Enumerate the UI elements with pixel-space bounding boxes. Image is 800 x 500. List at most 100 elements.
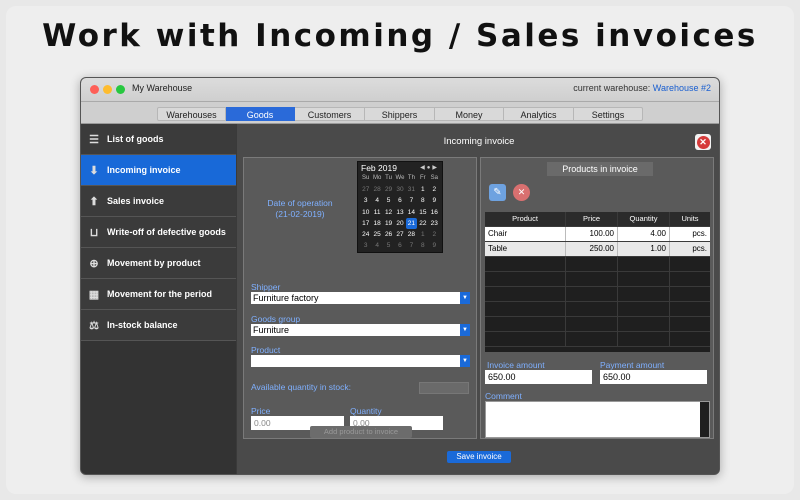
calendar-day[interactable]: 14 xyxy=(406,207,417,218)
table-row[interactable]: Table 250.00 1.00 pcs. xyxy=(485,242,710,257)
add-product-button[interactable]: Add product to invoice xyxy=(310,426,412,438)
calendar-day[interactable]: 15 xyxy=(417,207,428,218)
calendar-day[interactable]: 5 xyxy=(383,195,394,206)
scales-icon: ⚖ xyxy=(89,319,99,332)
next-month-icon[interactable]: ▶ xyxy=(432,165,439,171)
zoom-window-button[interactable] xyxy=(116,85,125,94)
calendar-day[interactable]: 2 xyxy=(429,229,440,240)
calendar-day[interactable]: 17 xyxy=(360,218,371,229)
calendar-weekday: Sa xyxy=(430,175,438,181)
empty-cell xyxy=(670,287,710,301)
delete-icon[interactable]: ✕ xyxy=(513,184,530,201)
current-warehouse-link[interactable]: Warehouse #2 xyxy=(653,83,711,93)
date-label-line2: (21-02-2019) xyxy=(275,209,325,219)
calendar-day[interactable]: 24 xyxy=(360,229,371,240)
available-quantity-label: Available quantity in stock: xyxy=(251,382,352,392)
calendar-weekday: Mo xyxy=(372,175,382,181)
calendar-day[interactable]: 30 xyxy=(394,184,405,195)
save-invoice-button[interactable]: Save invoice xyxy=(447,451,511,463)
empty-cell xyxy=(485,272,566,286)
calendar-day[interactable]: 25 xyxy=(371,229,382,240)
comment-textarea[interactable] xyxy=(485,401,710,438)
prev-month-icon[interactable]: ◀ xyxy=(420,165,427,171)
sidebar-item-movement-for-period[interactable]: ▦ Movement for the period xyxy=(81,279,236,310)
calendar-day[interactable]: 12 xyxy=(383,207,394,218)
calendar-day[interactable]: 4 xyxy=(371,195,382,206)
price-label: Price xyxy=(251,406,271,416)
sidebar-item-incoming-invoice[interactable]: ⬇ Incoming invoice xyxy=(81,155,236,186)
calendar-day[interactable]: 13 xyxy=(394,207,405,218)
calendar-day[interactable]: 16 xyxy=(429,207,440,218)
empty-cell xyxy=(670,272,710,286)
empty-cell xyxy=(485,257,566,271)
calendar-day[interactable]: 26 xyxy=(383,229,394,240)
calendar-day[interactable]: 23 xyxy=(429,218,440,229)
date-picker-calendar[interactable]: Feb 2019 ◀●▶ Su Mo Tu We Th Fr Sa 27 28 29 30 31 1 2 3… xyxy=(357,161,443,253)
calendar-day[interactable]: 4 xyxy=(371,240,382,251)
column-header-quantity[interactable]: Quantity xyxy=(618,212,670,226)
calendar-day[interactable]: 8 xyxy=(417,195,428,206)
chevron-down-icon[interactable]: ▼ xyxy=(460,324,470,336)
calendar-day[interactable]: 29 xyxy=(383,184,394,195)
chevron-down-icon[interactable]: ▼ xyxy=(460,292,470,304)
calendar-day[interactable]: 3 xyxy=(360,195,371,206)
calendar-day[interactable]: 2 xyxy=(429,184,440,195)
empty-cell xyxy=(618,302,670,316)
column-header-price[interactable]: Price xyxy=(566,212,618,226)
tab-settings[interactable]: Settings xyxy=(574,107,643,121)
calendar-day[interactable]: 9 xyxy=(429,240,440,251)
column-header-units[interactable]: Units xyxy=(670,212,710,226)
calendar-day[interactable]: 19 xyxy=(383,218,394,229)
sidebar-item-write-off[interactable]: ⊔ Write-off of defective goods xyxy=(81,217,236,248)
calendar-day[interactable]: 6 xyxy=(394,240,405,251)
tab-analytics[interactable]: Analytics xyxy=(504,107,574,121)
calendar-day[interactable]: 22 xyxy=(417,218,428,229)
minimize-window-button[interactable] xyxy=(103,85,112,94)
calendar-day[interactable]: 20 xyxy=(394,218,405,229)
tab-warehouses[interactable]: Warehouses xyxy=(157,107,226,121)
tab-money[interactable]: Money xyxy=(435,107,504,121)
payment-amount-field[interactable]: 650.00 xyxy=(600,370,707,384)
calendar-day[interactable]: 10 xyxy=(360,207,371,218)
tab-shippers[interactable]: Shippers xyxy=(365,107,435,121)
empty-cell xyxy=(618,257,670,271)
sidebar-item-in-stock-balance[interactable]: ⚖ In-stock balance xyxy=(81,310,236,341)
calendar-day[interactable]: 27 xyxy=(394,229,405,240)
calendar-day[interactable]: 1 xyxy=(417,184,428,195)
comment-scrollbar[interactable] xyxy=(700,402,709,437)
column-header-product[interactable]: Product xyxy=(485,212,566,226)
edit-icon[interactable]: ✎ xyxy=(489,184,506,201)
calendar-day[interactable]: 1 xyxy=(417,229,428,240)
calendar-day[interactable]: 18 xyxy=(371,218,382,229)
sidebar-item-sales-invoice[interactable]: ⬆ Sales invoice xyxy=(81,186,236,217)
tab-goods[interactable]: Goods xyxy=(226,107,295,121)
calendar-day[interactable]: 28 xyxy=(406,229,417,240)
calendar-day[interactable]: 8 xyxy=(417,240,428,251)
calendar-day[interactable]: 6 xyxy=(394,195,405,206)
calendar-day[interactable]: 3 xyxy=(360,240,371,251)
app-window: My Warehouse current warehouse: Warehous… xyxy=(80,77,720,475)
chevron-down-icon[interactable]: ▼ xyxy=(460,355,470,367)
calendar-nav: ◀●▶ xyxy=(420,164,439,171)
goods-group-select[interactable]: Furniture ▼ xyxy=(251,324,470,336)
close-window-button[interactable] xyxy=(90,85,99,94)
calendar-day[interactable]: 28 xyxy=(371,184,382,195)
calendar-day[interactable]: 31 xyxy=(406,184,417,195)
calendar-day-selected[interactable]: 21 xyxy=(405,217,418,229)
tab-customers[interactable]: Customers xyxy=(295,107,365,121)
product-select[interactable]: ▼ xyxy=(251,355,470,367)
calendar-day[interactable]: 7 xyxy=(406,195,417,206)
calendar-day[interactable]: 7 xyxy=(406,240,417,251)
table-row[interactable]: Chair 100.00 4.00 pcs. xyxy=(485,227,710,242)
calendar-day[interactable]: 9 xyxy=(429,195,440,206)
sidebar-item-list-of-goods[interactable]: ☰ List of goods xyxy=(81,124,236,155)
sidebar-item-movement-by-product[interactable]: ⊕ Movement by product xyxy=(81,248,236,279)
calendar-day[interactable]: 11 xyxy=(371,207,382,218)
close-form-button[interactable]: ✕ xyxy=(695,134,711,150)
calendar-day[interactable]: 5 xyxy=(383,240,394,251)
calendar-grid-icon: ▦ xyxy=(88,288,100,301)
incoming-box-icon: ⬇ xyxy=(89,164,99,177)
calendar-day[interactable]: 27 xyxy=(360,184,371,195)
shipper-select[interactable]: Furniture factory ▼ xyxy=(251,292,470,304)
invoice-amount-field[interactable]: 650.00 xyxy=(485,370,592,384)
